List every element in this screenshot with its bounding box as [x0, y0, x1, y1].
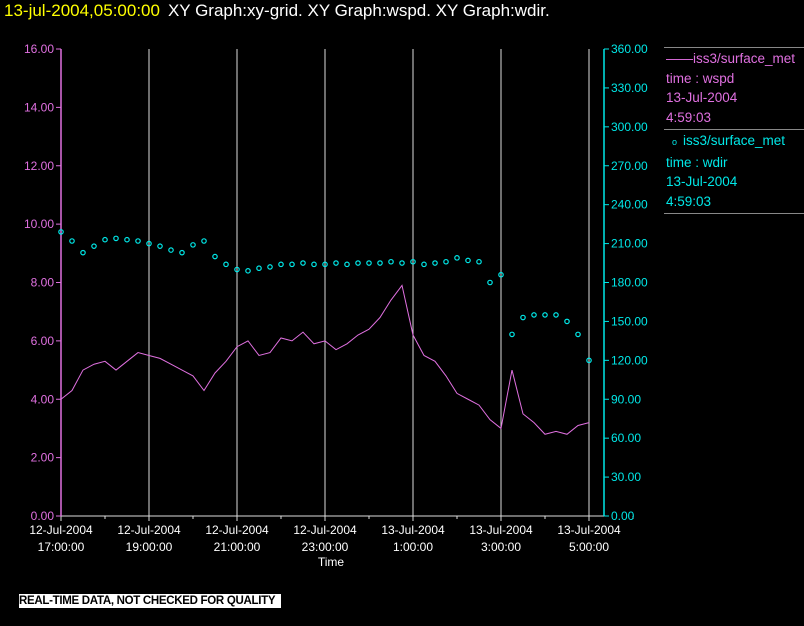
legend-series-name: ——iss3/surface_met: [666, 51, 796, 66]
wdir-data-point: [443, 258, 449, 265]
wdir-data-point: [465, 257, 471, 264]
wdir-data-point: [553, 312, 559, 318]
wdir-data-point: [135, 238, 141, 244]
wdir-data-point: [168, 247, 174, 253]
wdir-data-point: [69, 238, 75, 244]
wdir-data-point: [102, 236, 108, 243]
legend-vars: time : wspd: [666, 70, 735, 86]
legend-time: 4:59:03: [666, 109, 712, 125]
wdir-data-point: [476, 258, 482, 265]
wdir-data-point: [267, 264, 273, 270]
x-tick-label-time: 21:00:00: [214, 540, 261, 554]
wdir-data-point: [564, 318, 570, 325]
x-tick-label-time: 5:00:00: [569, 540, 609, 554]
left-y-tick-label: 10.00: [24, 217, 54, 231]
quality-warning: REAL-TIME DATA, NOT CHECKED FOR QUALITY: [19, 594, 282, 608]
left-y-tick-label: 6.00: [31, 334, 55, 348]
x-tick-label-time: 23:00:00: [302, 540, 349, 554]
x-tick-label-date: 13-Jul-2004: [557, 523, 621, 537]
right-y-tick-label: 240.00: [611, 198, 648, 212]
wdir-data-point: [366, 260, 372, 266]
left-y-tick-label: 8.00: [31, 276, 55, 290]
wdir-data-point: [157, 243, 163, 249]
x-tick-label-date: 13-Jul-2004: [381, 523, 445, 537]
left-y-tick-label: 14.00: [24, 100, 54, 114]
wdir-data-point: [432, 260, 438, 266]
left-y-tick-label: 16.00: [24, 42, 54, 56]
left-y-tick-label: 2.00: [31, 451, 55, 465]
legend-series-name: o iss3/surface_met: [672, 133, 786, 148]
x-tick-label-time: 19:00:00: [126, 540, 173, 554]
wdir-data-point: [201, 238, 207, 244]
legend-entry-wdir: o iss3/surface_met time : wdir 13-Jul-200…: [664, 129, 804, 213]
right-y-tick-label: 210.00: [611, 237, 648, 251]
x-tick-label-time: 3:00:00: [481, 540, 521, 554]
wdir-data-point: [212, 253, 218, 260]
right-y-tick-label: 60.00: [611, 431, 641, 445]
legend-vars: time : wdir: [666, 154, 728, 170]
right-y-tick-label: 120.00: [611, 353, 648, 367]
right-y-tick-label: 0.00: [611, 509, 635, 523]
legend-date: 13-Jul-2004: [666, 174, 738, 189]
right-y-tick-label: 270.00: [611, 159, 648, 173]
wdir-data-point: [454, 255, 460, 261]
wdir-data-point: [289, 261, 295, 268]
legend-date: 13-Jul-2004: [666, 90, 738, 105]
x-tick-label-date: 12-Jul-2004: [293, 523, 357, 537]
wdir-data-point: [333, 260, 339, 266]
wdir-data-point: [388, 258, 394, 265]
x-tick-label-date: 12-Jul-2004: [205, 523, 269, 537]
wdir-data-point: [542, 312, 548, 318]
right-y-tick-label: 90.00: [611, 392, 641, 406]
left-y-tick-label: 0.00: [31, 509, 55, 523]
right-y-tick-label: 180.00: [611, 276, 648, 290]
wdir-data-point: [487, 279, 493, 286]
wdir-data-point: [124, 236, 130, 243]
wdir-data-point: [509, 331, 515, 338]
wdir-data-point: [223, 261, 229, 268]
wdir-data-point: [245, 268, 251, 274]
wdir-data-point: [344, 261, 350, 268]
left-y-tick-label: 4.00: [31, 392, 55, 406]
x-tick-label-date: 12-Jul-2004: [29, 523, 93, 537]
wdir-data-point: [80, 249, 86, 256]
right-y-tick-label: 360.00: [611, 42, 648, 56]
wdir-data-point: [311, 261, 317, 268]
legend-divider: [664, 213, 804, 214]
right-y-tick-label: 30.00: [611, 470, 641, 484]
legend-time: 4:59:03: [666, 193, 712, 209]
wdir-data-point: [355, 260, 361, 266]
wdir-data-point: [300, 260, 306, 266]
wdir-data-point: [531, 312, 537, 318]
right-y-tick-label: 330.00: [611, 81, 648, 95]
wdir-data-point: [91, 243, 97, 249]
wdir-data-point: [377, 260, 383, 266]
wdir-data-point: [179, 249, 185, 256]
circle-symbol-icon: o: [672, 137, 678, 147]
wdir-data-point: [520, 314, 526, 321]
wdir-data-point: [256, 265, 262, 272]
wdir-data-point: [421, 261, 427, 268]
wdir-data-point: [575, 331, 581, 338]
x-tick-label-time: 17:00:00: [38, 540, 85, 554]
legend: ——iss3/surface_met time : wspd 13-Jul-20…: [664, 47, 804, 214]
right-y-tick-label: 300.00: [611, 120, 648, 134]
x-tick-label-date: 13-Jul-2004: [469, 523, 533, 537]
x-axis-label: Time: [318, 555, 345, 569]
line-symbol-icon: ——: [666, 51, 693, 66]
legend-entry-wspd: ——iss3/surface_met time : wspd 13-Jul-20…: [664, 47, 804, 129]
right-y-tick-label: 150.00: [611, 314, 648, 328]
wdir-data-point: [190, 242, 196, 248]
wdir-data-point: [399, 260, 405, 266]
x-tick-label-date: 12-Jul-2004: [117, 523, 181, 537]
wdir-data-point: [113, 235, 119, 242]
left-y-tick-label: 12.00: [24, 159, 54, 173]
wdir-data-point: [278, 261, 284, 268]
x-tick-label-time: 1:00:00: [393, 540, 433, 554]
